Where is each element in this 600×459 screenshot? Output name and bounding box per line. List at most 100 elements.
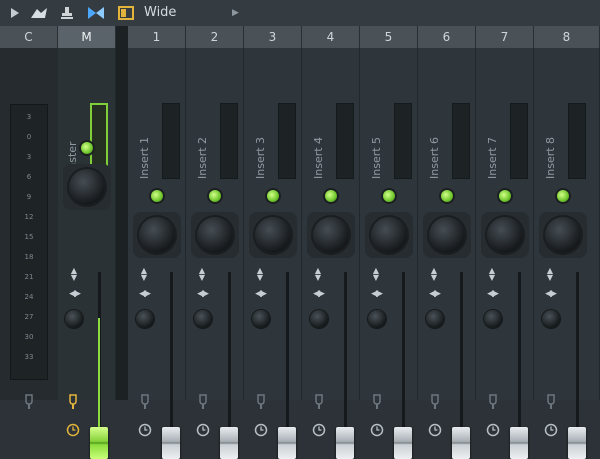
- updown-arrows-icon[interactable]: ▲ ▼: [428, 267, 440, 282]
- pan-knob[interactable]: [545, 217, 581, 253]
- pie-pointer-icon[interactable]: [28, 0, 50, 26]
- insert-strip-3[interactable]: Insert 3 ▲ ▼ ◀▶: [244, 48, 302, 459]
- insert-strip-6[interactable]: Insert 6 ▲ ▼ ◀▶: [418, 48, 476, 459]
- master-fader[interactable]: [90, 427, 108, 459]
- insert-fader[interactable]: [278, 427, 296, 459]
- send-plug-icon[interactable]: [254, 393, 268, 411]
- insert-enable-led[interactable]: [209, 190, 221, 202]
- pan-knob[interactable]: [429, 217, 465, 253]
- pan-knob[interactable]: [255, 217, 291, 253]
- stereo-knob[interactable]: [194, 310, 212, 328]
- insert-enable-led[interactable]: [383, 190, 395, 202]
- pan-knob[interactable]: [139, 217, 175, 253]
- updown-arrows-icon[interactable]: ▲ ▼: [196, 267, 208, 282]
- send-plug-icon[interactable]: [370, 393, 384, 411]
- header-insert-5[interactable]: 5: [360, 26, 418, 48]
- updown-arrows-icon[interactable]: ▲ ▼: [68, 267, 80, 282]
- updown-arrows-icon[interactable]: ▲ ▼: [486, 267, 498, 282]
- stereo-knob[interactable]: [484, 310, 502, 328]
- master-pan-knob[interactable]: [69, 169, 105, 205]
- updown-arrows-icon[interactable]: ▲ ▼: [254, 267, 266, 282]
- header-insert-2[interactable]: 2: [186, 26, 244, 48]
- stereo-knob[interactable]: [542, 310, 560, 328]
- swap-arrows-icon[interactable]: ◀▶: [253, 288, 267, 300]
- insert-enable-led[interactable]: [267, 190, 279, 202]
- header-insert-8[interactable]: 8: [534, 26, 600, 48]
- swap-arrows-icon[interactable]: ◀▶: [485, 288, 499, 300]
- send-plug-icon[interactable]: [486, 393, 500, 411]
- insert-enable-led[interactable]: [441, 190, 453, 202]
- send-plug-icon[interactable]: [66, 393, 80, 411]
- master-strip[interactable]: Master ▲ ▼ ◀▶: [58, 48, 116, 459]
- updown-arrows-icon[interactable]: ▲ ▼: [370, 267, 382, 282]
- send-plug-icon[interactable]: [428, 393, 442, 411]
- insert-fader[interactable]: [162, 427, 180, 459]
- clock-icon[interactable]: [370, 423, 384, 437]
- send-plug-icon[interactable]: [544, 393, 558, 411]
- stamp-icon[interactable]: [58, 0, 76, 26]
- master-enable-led[interactable]: [81, 142, 93, 154]
- view-mode-label[interactable]: Wide: [144, 0, 176, 26]
- header-current[interactable]: C: [0, 26, 58, 48]
- pan-knob[interactable]: [197, 217, 233, 253]
- insert-fader[interactable]: [568, 427, 586, 459]
- stereo-knob[interactable]: [310, 310, 328, 328]
- clock-icon[interactable]: [544, 423, 558, 437]
- header-insert-1[interactable]: 1: [128, 26, 186, 48]
- send-plug-icon[interactable]: [312, 393, 326, 411]
- swap-arrows-icon[interactable]: ◀▶: [369, 288, 383, 300]
- play-icon[interactable]: [8, 0, 22, 26]
- insert-enable-led[interactable]: [557, 190, 569, 202]
- swap-arrows-icon[interactable]: ◀▶: [311, 288, 325, 300]
- swap-arrows-icon[interactable]: ◀▶: [195, 288, 209, 300]
- stereo-knob[interactable]: [368, 310, 386, 328]
- swap-arrows-icon[interactable]: ◀▶: [67, 288, 81, 300]
- stereo-knob[interactable]: [136, 310, 154, 328]
- stereo-knob[interactable]: [252, 310, 270, 328]
- insert-strip-2[interactable]: Insert 2 ▲ ▼ ◀▶: [186, 48, 244, 459]
- swap-arrows-icon[interactable]: ◀▶: [543, 288, 557, 300]
- insert-strip-7[interactable]: Insert 7 ▲ ▼ ◀▶: [476, 48, 534, 459]
- pan-knob[interactable]: [371, 217, 407, 253]
- clock-icon[interactable]: [428, 423, 442, 437]
- insert-strip-8[interactable]: Insert 8 ▲ ▼ ◀▶: [534, 48, 600, 459]
- insert-fader[interactable]: [336, 427, 354, 459]
- header-insert-7[interactable]: 7: [476, 26, 534, 48]
- send-plug-icon[interactable]: [22, 393, 36, 411]
- clock-icon[interactable]: [138, 423, 152, 437]
- header-master[interactable]: M: [58, 26, 116, 48]
- clock-icon[interactable]: [66, 423, 80, 437]
- pan-knob[interactable]: [487, 217, 523, 253]
- swap-arrows-icon[interactable]: ◀▶: [427, 288, 441, 300]
- insert-fader[interactable]: [394, 427, 412, 459]
- stereo-knob[interactable]: [426, 310, 444, 328]
- header-insert-6[interactable]: 6: [418, 26, 476, 48]
- updown-arrows-icon[interactable]: ▲ ▼: [544, 267, 556, 282]
- clock-icon[interactable]: [196, 423, 210, 437]
- clock-icon[interactable]: [312, 423, 326, 437]
- butterfly-icon[interactable]: [86, 0, 106, 26]
- chevron-right-icon[interactable]: ▶: [232, 0, 239, 26]
- insert-fader[interactable]: [510, 427, 528, 459]
- insert-strip-4[interactable]: Insert 4 ▲ ▼ ◀▶: [302, 48, 360, 459]
- clock-icon[interactable]: [254, 423, 268, 437]
- updown-arrows-icon[interactable]: ▲ ▼: [312, 267, 324, 282]
- insert-meter: [162, 103, 180, 179]
- insert-fader[interactable]: [220, 427, 238, 459]
- send-plug-icon[interactable]: [196, 393, 210, 411]
- insert-enable-led[interactable]: [499, 190, 511, 202]
- updown-arrows-icon[interactable]: ▲ ▼: [138, 267, 150, 282]
- pan-knob[interactable]: [313, 217, 349, 253]
- insert-enable-led[interactable]: [325, 190, 337, 202]
- insert-enable-led[interactable]: [151, 190, 163, 202]
- insert-strip-1[interactable]: Insert 1 ▲ ▼ ◀▶: [128, 48, 186, 459]
- send-plug-icon[interactable]: [138, 393, 152, 411]
- clock-icon[interactable]: [486, 423, 500, 437]
- header-insert-3[interactable]: 3: [244, 26, 302, 48]
- swap-arrows-icon[interactable]: ◀▶: [137, 288, 151, 300]
- stereo-knob[interactable]: [65, 310, 83, 328]
- insert-strip-5[interactable]: Insert 5 ▲ ▼ ◀▶: [360, 48, 418, 459]
- insert-fader[interactable]: [452, 427, 470, 459]
- layout-icon[interactable]: [116, 0, 136, 26]
- header-insert-4[interactable]: 4: [302, 26, 360, 48]
